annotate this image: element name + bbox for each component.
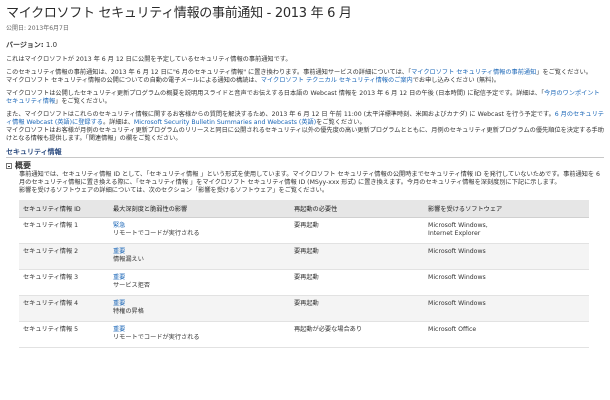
table-header-row: セキュリティ情報 ID 最大深刻度と脆弱性の影響 再起動の必要性 影響を受けるソ… xyxy=(19,200,589,218)
impact-text: リモートでコードが実行される xyxy=(113,230,200,237)
intro-p5-text-c: をご覧ください。 xyxy=(316,119,366,126)
software-cell: Microsoft Windows xyxy=(424,269,589,296)
page: マイクロソフト セキュリティ情報の事前通知 - 2013 年 6 月 公開日: … xyxy=(0,0,610,400)
intro-p2-text-a: このセキュリティ情報の事前通知は、2013 年 6 月 12 日に"6 月のセキ… xyxy=(6,69,412,76)
intro-paragraph-1: これはマイクロソフトが 2013 年 6 月 12 日に公開を予定しているセキュ… xyxy=(6,56,292,63)
intro-p4-text-b: 」をご覧ください。 xyxy=(55,98,111,105)
severity-link[interactable]: 重要 xyxy=(113,248,125,255)
software-line-1: Microsoft Windows, xyxy=(428,222,488,229)
publish-date: 公開日: 2013年6月7日 xyxy=(6,25,69,32)
technical-notification-link[interactable]: マイクロソフト テクニカル セキュリティ情報のご案内 xyxy=(261,77,413,84)
affected-software-note: 影響を受けるソフトウェアの詳細については、次のセクション「影響を受けるソフトウェ… xyxy=(19,187,329,194)
bulletin-id: セキュリティ情報 4 xyxy=(19,295,109,322)
severity-link[interactable]: 重要 xyxy=(113,300,125,307)
software-cell: Microsoft Windows, Internet Explorer xyxy=(424,217,589,244)
bulletin-id: セキュリティ情報 5 xyxy=(19,321,109,348)
restart-cell: 要再起動 xyxy=(290,243,424,270)
column-header-id: セキュリティ情報 ID xyxy=(19,200,109,218)
column-header-software: 影響を受けるソフトウェア xyxy=(424,200,589,218)
column-header-severity: 最大深刻度と脆弱性の影響 xyxy=(109,200,290,218)
version-value: 1.0 xyxy=(45,41,58,49)
bulletin-table: セキュリティ情報 ID 最大深刻度と脆弱性の影響 再起動の必要性 影響を受けるソ… xyxy=(19,200,589,348)
impact-text: 特権の昇格 xyxy=(113,308,144,315)
severity-cell: 重要 情報漏えい xyxy=(109,243,290,270)
version-label: バージョン: xyxy=(6,41,44,49)
severity-cell: 重要 リモートでコードが実行される xyxy=(109,321,290,348)
restart-cell: 要再起動 xyxy=(290,217,424,244)
table-row: セキュリティ情報 2 重要 情報漏えい 要再起動 Microsoft Window… xyxy=(19,243,589,270)
software-cell: Microsoft Office xyxy=(424,321,589,348)
software-cell: Microsoft Windows xyxy=(424,243,589,270)
intro-paragraph-5: また、マイクロソフトはこれらのセキュリティ情報に関するお客様からの質問を解決する… xyxy=(6,111,604,127)
software-cell: Microsoft Windows xyxy=(424,295,589,322)
page-title: マイクロソフト セキュリティ情報の事前通知 - 2013 年 6 月 xyxy=(6,6,352,21)
impact-text: 情報漏えい xyxy=(113,256,144,263)
summary-title: 概要 xyxy=(15,161,31,170)
severity-cell: 重要 サービス拒否 xyxy=(109,269,290,296)
table-row: セキュリティ情報 4 重要 特権の昇格 要再起動 Microsoft Window… xyxy=(19,295,589,322)
collapse-icon[interactable] xyxy=(6,162,12,169)
software-line-1: Microsoft Windows xyxy=(428,274,486,281)
section-heading: セキュリティ情報 xyxy=(6,148,604,158)
table-row: セキュリティ情報 3 重要 サービス拒否 要再起動 Microsoft Windo… xyxy=(19,269,589,296)
version-line: バージョン: 1.0 xyxy=(6,40,604,50)
bulletin-id: セキュリティ情報 1 xyxy=(19,217,109,244)
software-line-1: Microsoft Windows xyxy=(428,248,486,255)
restart-cell: 要再起動 xyxy=(290,295,424,322)
software-line-1: Microsoft Windows xyxy=(428,300,486,307)
impact-text: リモートでコードが実行される xyxy=(113,334,200,341)
software-line-1: Microsoft Office xyxy=(428,326,477,333)
severity-link[interactable]: 重要 xyxy=(113,274,125,281)
intro-p3-text-b: でお申し込みください (無料)。 xyxy=(412,77,500,84)
bulletin-id: セキュリティ情報 3 xyxy=(19,269,109,296)
severity-cell: 緊急 リモートでコードが実行される xyxy=(109,217,290,244)
restart-cell: 再起動が必要な場合あり xyxy=(290,321,424,348)
summary-description: 事前通知では、セキュリティ情報 ID として、「セキュリティ情報 」という形式を… xyxy=(19,171,600,186)
severity-cell: 重要 特権の昇格 xyxy=(109,295,290,322)
software-line-2: Internet Explorer xyxy=(428,230,481,237)
severity-link[interactable]: 重要 xyxy=(113,326,125,333)
intro-paragraph-3: マイクロソフト セキュリティ情報の公開についての自動の電子メールによる通知の構読… xyxy=(6,77,604,85)
restart-cell: 要再起動 xyxy=(290,269,424,296)
intro-p2-text-b: 」をご覧ください。 xyxy=(536,69,592,76)
advance-notification-link[interactable]: マイクロソフト セキュリティ情報の事前通知 xyxy=(411,69,536,76)
bulletin-summaries-link[interactable]: Microsoft Security Bulletin Summaries an… xyxy=(134,119,316,126)
intro-paragraph-2: このセキュリティ情報の事前通知は、2013 年 6 月 12 日に"6 月のセキ… xyxy=(6,69,604,77)
impact-text: サービス拒否 xyxy=(113,282,151,289)
intro-p5-text-a: また、マイクロソフトはこれらのセキュリティ情報に関するお客様からの質問を解決する… xyxy=(6,111,555,118)
intro-p5-text-b: 。詳細は、 xyxy=(102,119,134,126)
intro-p4-text-a: マイクロソフトは公開したセキュリティ更新プログラムの概要を説明用スライドと音声で… xyxy=(6,90,545,97)
summary-subheading[interactable]: 概要 xyxy=(6,160,604,171)
intro-paragraph-4: マイクロソフトは公開したセキュリティ更新プログラムの概要を説明用スライドと音声で… xyxy=(6,90,604,106)
intro-paragraph-6: マイクロソフトはお客様が月例のセキュリティ更新プログラムのリリースと同日に公開さ… xyxy=(6,127,604,142)
table-row: セキュリティ情報 1 緊急 リモートでコードが実行される 要再起動 Microso… xyxy=(19,217,589,244)
intro-p3-text-a: マイクロソフト セキュリティ情報の公開についての自動の電子メールによる通知の構読… xyxy=(6,77,261,84)
table-row: セキュリティ情報 5 重要 リモートでコードが実行される 再起動が必要な場合あり … xyxy=(19,321,589,348)
severity-link[interactable]: 緊急 xyxy=(113,222,125,229)
column-header-restart: 再起動の必要性 xyxy=(290,200,424,218)
bulletin-id: セキュリティ情報 2 xyxy=(19,243,109,270)
